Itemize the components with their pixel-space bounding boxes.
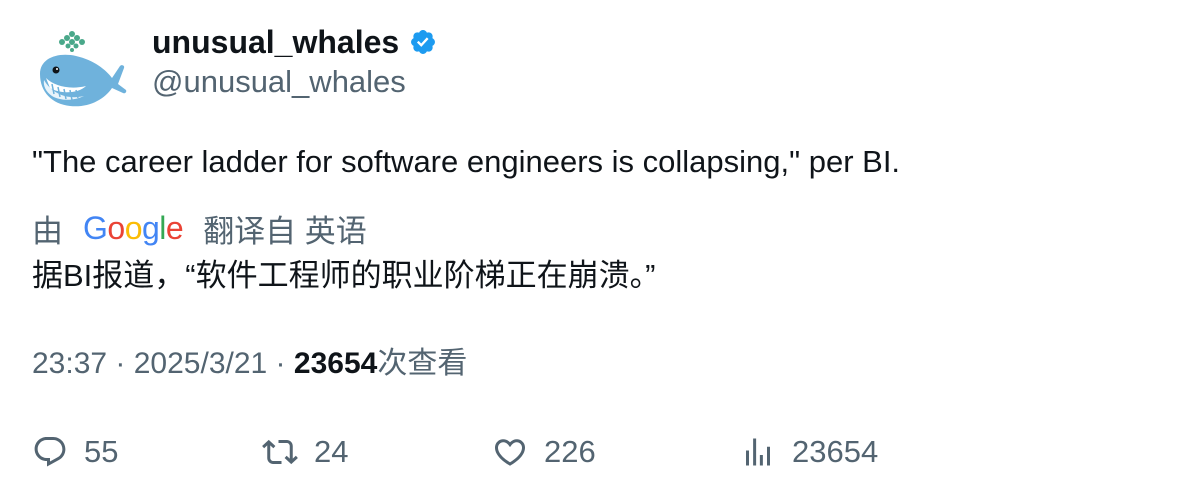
- action-bar: 55 24 226 23654: [32, 428, 1162, 476]
- translation-suffix: 翻译自 英语: [203, 213, 367, 249]
- views-label: 次查看: [377, 347, 468, 380]
- views-action-count: 23654: [792, 434, 879, 469]
- tweet-card: unusual_whales @unusual_whales "The care…: [0, 0, 1196, 498]
- google-logo-icon: Google: [83, 209, 184, 246]
- heart-icon: [494, 439, 526, 466]
- views-count: 23654: [293, 347, 378, 380]
- author-handle[interactable]: @unusual_whales: [152, 62, 406, 102]
- meta-separator: ·: [267, 347, 294, 380]
- translated-text: 据BI报道，“软件工程师的职业阶梯正在崩溃。”: [32, 258, 656, 293]
- avatar[interactable]: [32, 24, 128, 120]
- reply-icon: [34, 437, 66, 467]
- author-name-row: unusual_whales: [152, 22, 437, 62]
- meta-separator: ·: [107, 347, 134, 380]
- translation-attribution: 由 Google 翻译自 英语: [32, 206, 367, 250]
- tweet-date[interactable]: 2025/3/21: [134, 347, 267, 380]
- translation-prefix: 由: [32, 213, 63, 249]
- reply-button[interactable]: 55: [32, 428, 118, 476]
- bar-chart-icon: [746, 438, 770, 466]
- views-button[interactable]: 23654: [740, 428, 878, 476]
- retweet-button[interactable]: 24: [262, 428, 348, 476]
- tweet-time[interactable]: 23:37: [32, 347, 107, 380]
- like-button[interactable]: 226: [492, 428, 596, 476]
- retweet-icon: [262, 439, 298, 465]
- tweet-meta: 23:37 · 2025/3/21 · 23654次查看: [32, 342, 467, 386]
- like-count: 226: [544, 434, 596, 469]
- whale-avatar-icon: [40, 31, 127, 107]
- verified-badge-icon: [409, 28, 437, 56]
- retweet-count: 24: [314, 434, 349, 469]
- reply-count: 55: [84, 434, 119, 469]
- display-name[interactable]: unusual_whales: [152, 22, 399, 62]
- tweet-text: "The career ladder for software engineer…: [32, 144, 901, 179]
